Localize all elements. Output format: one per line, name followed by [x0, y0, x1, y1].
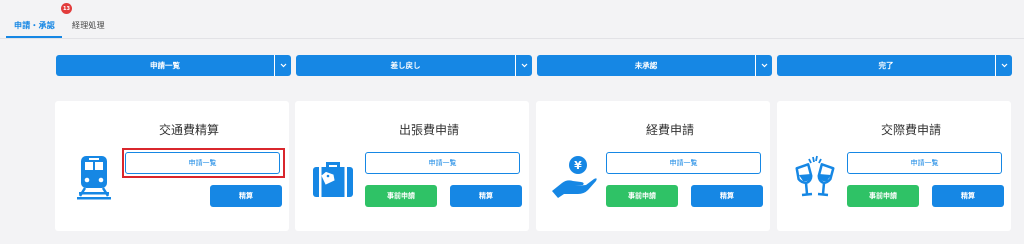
card-title: 交通費精算	[158, 123, 219, 137]
tab-divider	[0, 38, 1024, 39]
filter-label: 差し戻し	[390, 61, 421, 70]
settle-button[interactable]: 精算	[210, 185, 282, 207]
card-business-trip: 出張費申請 申請一覧 事前申請 精算	[295, 101, 529, 231]
tab-accounting[interactable]: 経理処理	[72, 20, 105, 31]
tab-application-approval[interactable]: 申請・承認	[14, 20, 55, 31]
highlight-box	[122, 148, 285, 178]
settle-button[interactable]: 精算	[691, 185, 763, 207]
filter-returned[interactable]: 差し戻し	[296, 55, 532, 76]
filter-completed[interactable]: 完了	[777, 55, 1012, 76]
notification-badge: 13	[61, 3, 72, 14]
chevron-down-icon[interactable]	[996, 55, 1012, 76]
filter-label: 完了	[878, 61, 894, 70]
filter-label: 申請一覧	[150, 61, 180, 70]
pre-application-button[interactable]: 事前申請	[847, 185, 919, 207]
application-list-button[interactable]: 申請一覧	[606, 152, 761, 174]
tab-bar: 申請・承認 経理処理 13	[0, 0, 1024, 40]
filter-application-list[interactable]: 申請一覧	[56, 55, 291, 76]
pre-application-button[interactable]: 事前申請	[606, 185, 678, 207]
chevron-down-icon[interactable]	[516, 55, 532, 76]
chevron-down-icon[interactable]	[275, 55, 291, 76]
chevron-down-icon[interactable]	[756, 55, 772, 76]
card-title: 出張費申請	[398, 123, 459, 137]
card-entertainment: 交際費申請 申請一覧 事前申請 精算	[777, 101, 1011, 231]
card-transportation: 交通費精算 申請一覧 精算	[55, 101, 289, 231]
application-list-button[interactable]: 申請一覧	[847, 152, 1002, 174]
settle-button[interactable]: 精算	[932, 185, 1004, 207]
card-title: 経費申請	[645, 123, 694, 137]
train-icon	[67, 151, 119, 203]
pre-application-button[interactable]: 事前申請	[365, 185, 437, 207]
card-title: 交際費申請	[880, 123, 941, 137]
svg-text:¥: ¥	[574, 159, 582, 172]
yen-hand-icon: ¥	[548, 151, 600, 203]
filter-unapproved[interactable]: 未承認	[537, 55, 772, 76]
card-expense: 経費申請 ¥ 申請一覧 事前申請 精算	[536, 101, 770, 231]
settle-button[interactable]: 精算	[450, 185, 522, 207]
filter-label: 未承認	[634, 61, 658, 70]
application-list-button[interactable]: 申請一覧	[365, 152, 520, 174]
toast-glasses-icon	[789, 151, 841, 203]
suitcase-icon	[307, 151, 359, 203]
